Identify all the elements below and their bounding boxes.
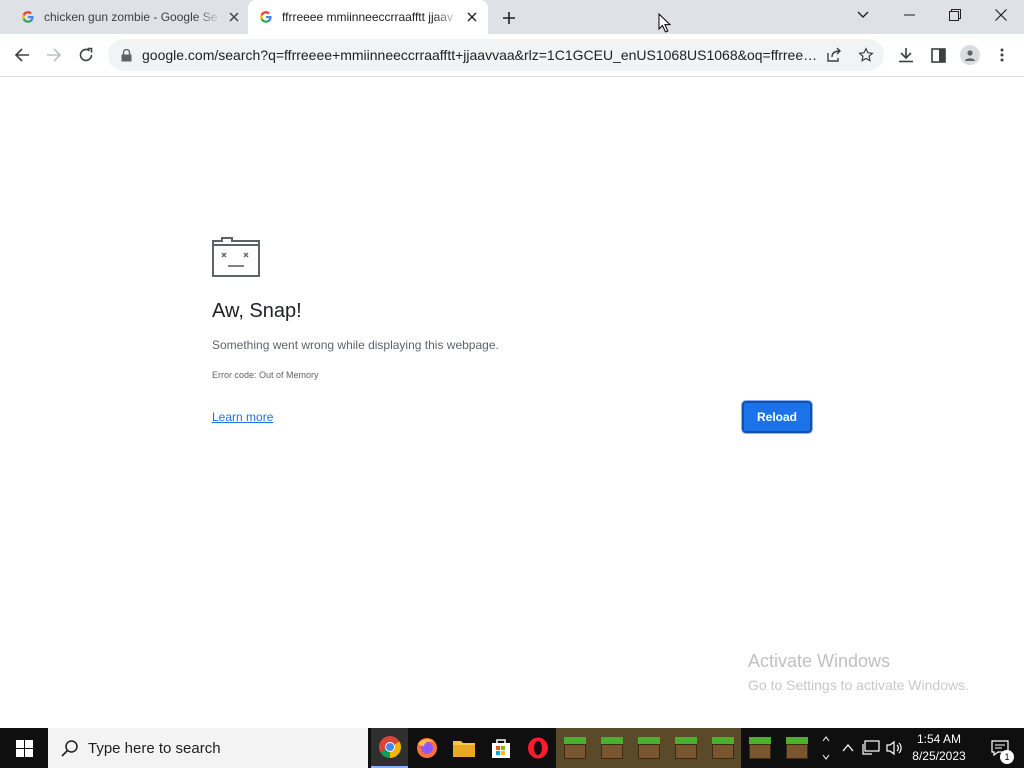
tab-strip: chicken gun zombie - Google Se ffrreeee …: [0, 0, 1024, 34]
minecraft-icon[interactable]: [778, 728, 815, 768]
chrome-icon[interactable]: [371, 728, 408, 768]
activate-windows-subtitle: Go to Settings to activate Windows.: [748, 677, 969, 693]
tab-title: ffrreeee mmiinneeccrraafftt jjaav: [282, 10, 453, 24]
error-code: Error code: Out of Memory: [212, 370, 319, 380]
new-tab-button[interactable]: [498, 7, 520, 29]
arrow-right-icon: [47, 48, 62, 62]
error-title: Aw, Snap!: [212, 300, 302, 322]
firefox-icon[interactable]: [408, 728, 445, 768]
file-explorer-icon[interactable]: [445, 728, 482, 768]
minecraft-icon[interactable]: [556, 728, 593, 768]
tab-title: chicken gun zombie - Google Se: [44, 10, 218, 24]
chevron-down-icon: [857, 11, 869, 18]
minimize-icon: [903, 14, 915, 16]
chevron-up-icon: [842, 744, 854, 752]
clock-date: 8/25/2023: [912, 749, 966, 763]
reload-button[interactable]: Reload: [742, 401, 812, 433]
clock-time: 1:54 AM: [916, 732, 962, 746]
close-window-button[interactable]: [986, 4, 1016, 26]
opera-icon[interactable]: [519, 728, 556, 768]
restore-button[interactable]: [940, 4, 970, 26]
sad-folder-icon: [212, 237, 260, 277]
minimize-button[interactable]: [894, 4, 924, 26]
google-favicon-icon: [258, 9, 274, 25]
side-panel-icon: [930, 47, 946, 63]
tab-ffrreeee-mmiinneeccrraafftt[interactable]: ffrreeee mmiinneeccrraafftt jjaav: [248, 0, 488, 34]
profile-button[interactable]: [956, 41, 984, 69]
notification-count-badge: 1: [1000, 750, 1014, 764]
network-button[interactable]: [860, 728, 882, 768]
restore-icon: [949, 9, 961, 21]
side-panel-button[interactable]: [924, 41, 952, 69]
taskbar: Type here to search 1:54 AM 8/25/2023 1: [0, 728, 1024, 768]
system-clock[interactable]: 1:54 AM 8/25/2023: [904, 731, 974, 765]
reload-button[interactable]: [72, 41, 100, 69]
error-page: Aw, Snap! Something went wrong while dis…: [0, 77, 1024, 728]
volume-button[interactable]: [884, 728, 906, 768]
taskbar-scroll[interactable]: [818, 728, 834, 768]
back-button[interactable]: [8, 41, 36, 69]
kebab-menu-icon: [1000, 48, 1004, 62]
bookmark-button[interactable]: [854, 43, 878, 67]
address-bar[interactable]: google.com/search?q=ffrreeee+mmiinneeccr…: [108, 39, 884, 71]
download-icon: [899, 48, 913, 63]
browser-toolbar: google.com/search?q=ffrreeee+mmiinneeccr…: [0, 34, 1024, 77]
network-icon: [862, 740, 880, 755]
learn-more-link[interactable]: Learn more: [212, 410, 273, 424]
tab-search-button[interactable]: [848, 4, 878, 26]
profile-icon: [960, 45, 980, 65]
share-icon: [827, 47, 841, 62]
tab-chicken-gun-zombie[interactable]: chicken gun zombie - Google Se: [10, 0, 246, 34]
arrow-left-icon: [14, 48, 29, 62]
close-icon: [995, 9, 1007, 21]
volume-icon: [886, 740, 902, 756]
microsoft-store-icon[interactable]: [482, 728, 519, 768]
url-text[interactable]: google.com/search?q=ffrreeee+mmiinneeccr…: [142, 47, 818, 63]
share-button[interactable]: [822, 43, 846, 67]
search-icon: [60, 738, 80, 758]
downloads-button[interactable]: [892, 41, 920, 69]
refresh-icon: [79, 47, 93, 62]
search-placeholder: Type here to search: [88, 739, 221, 757]
mouse-cursor-icon: [658, 12, 672, 33]
google-favicon-icon: [20, 9, 36, 25]
show-hidden-icons-button[interactable]: [838, 728, 858, 768]
forward-button[interactable]: [40, 41, 68, 69]
chevron-up-icon: [822, 736, 830, 742]
notifications-button[interactable]: 1: [980, 728, 1020, 768]
lock-icon[interactable]: [118, 47, 134, 63]
start-button[interactable]: [0, 728, 48, 768]
taskbar-search-box[interactable]: Type here to search: [48, 728, 368, 768]
close-icon[interactable]: [464, 9, 480, 25]
chevron-down-icon: [822, 754, 830, 760]
plus-icon: [503, 12, 515, 24]
star-icon: [858, 47, 874, 62]
menu-button[interactable]: [988, 41, 1016, 69]
activate-windows-title: Activate Windows: [748, 651, 891, 671]
minecraft-icon[interactable]: [667, 728, 704, 768]
close-icon[interactable]: [226, 9, 242, 25]
minecraft-icon[interactable]: [704, 728, 741, 768]
minecraft-icon[interactable]: [741, 728, 778, 768]
windows-logo-icon: [15, 739, 33, 757]
minecraft-icon[interactable]: [630, 728, 667, 768]
error-description: Something went wrong while displaying th…: [212, 338, 499, 352]
minecraft-icon[interactable]: [593, 728, 630, 768]
